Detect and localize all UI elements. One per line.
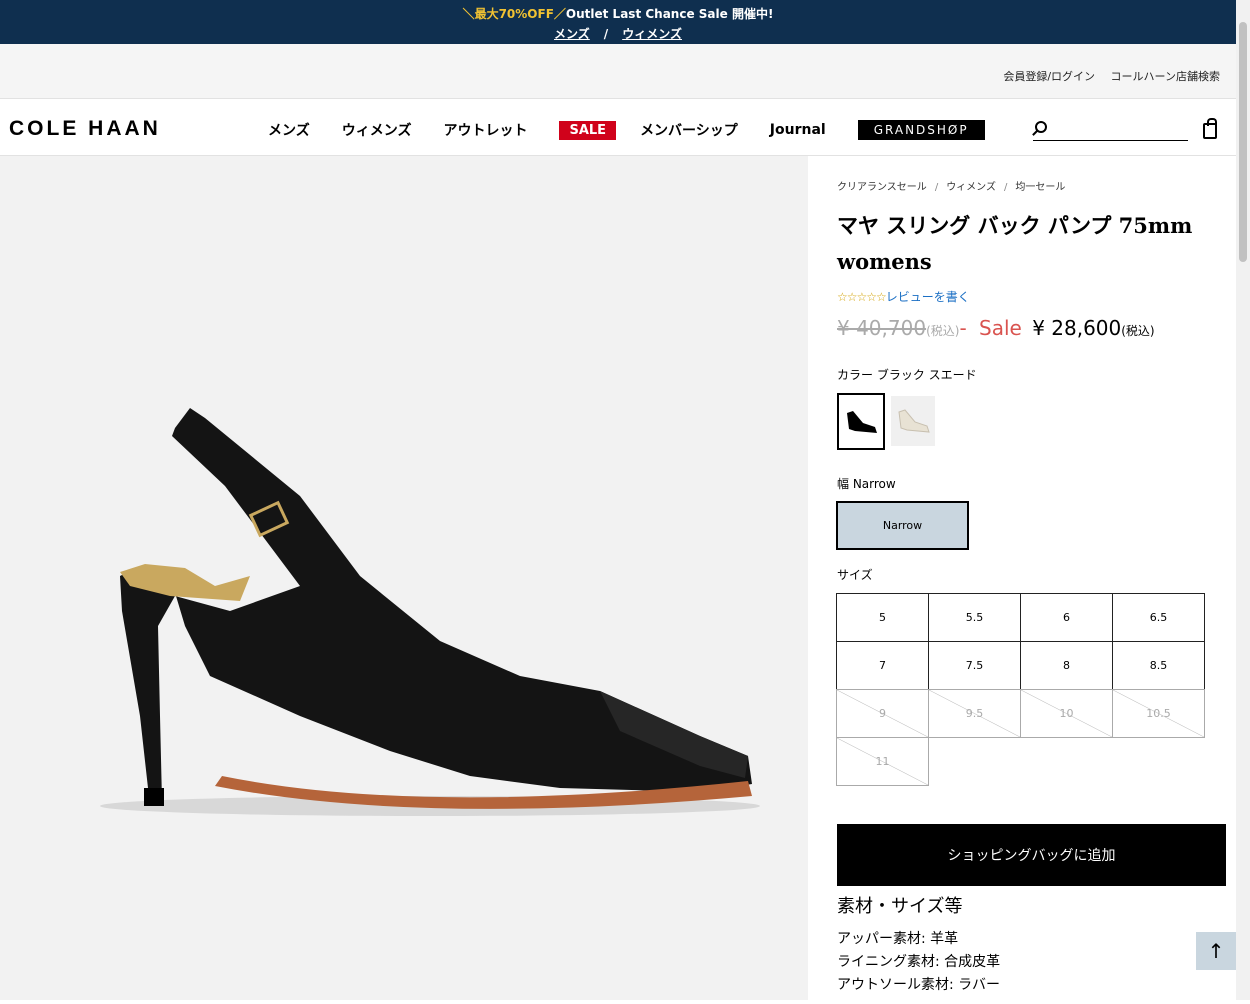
search-input[interactable] <box>1055 121 1185 139</box>
promo-link-womens[interactable]: ウィメンズ <box>622 27 682 41</box>
star-rating-icon: ☆☆☆☆☆ <box>837 290 887 304</box>
color-swatch-white[interactable] <box>891 396 935 446</box>
breadcrumb-womens[interactable]: ウィメンズ <box>946 182 996 193</box>
sale-label: Sale <box>979 316 1022 340</box>
promo-link-mens[interactable]: メンズ <box>554 27 590 41</box>
size-option: 9.5 <box>928 689 1021 738</box>
size-option[interactable]: 8.5 <box>1112 641 1205 690</box>
size-option[interactable]: 8 <box>1020 641 1113 690</box>
width-option-narrow[interactable]: Narrow <box>836 501 969 550</box>
original-tax-note: (税込) <box>926 324 960 338</box>
size-option[interactable]: 6 <box>1020 593 1113 642</box>
store-search-link[interactable]: コールハーン店舗検索 <box>1111 70 1220 83</box>
material-upper: アッパー素材: 羊革 <box>837 931 959 947</box>
nav-womens[interactable]: ウィメンズ <box>342 120 412 140</box>
material-list: アッパー素材: 羊革 ライニング素材: 合成皮革 アウトソール素材: ラバー <box>837 928 1000 997</box>
login-link[interactable]: 会員登録/ログイン <box>1003 70 1095 83</box>
color-swatch-black[interactable] <box>837 393 885 450</box>
main-nav: COLE HAAN メンズ ウィメンズ アウトレット SALE メンバーシップ … <box>0 99 1236 156</box>
logo[interactable]: COLE HAAN <box>9 117 161 141</box>
product-details: クリアランスセール / ウィメンズ / 均一セール マヤ スリング バック パンプ 75… <box>808 156 1236 1000</box>
product-image-area <box>0 156 808 1000</box>
promo-message: Outlet Last Chance Sale 開催中! <box>565 7 774 21</box>
nav-mens[interactable]: メンズ <box>268 120 310 140</box>
nav-outlet[interactable]: アウトレット <box>443 120 527 140</box>
size-option: 11 <box>836 737 929 786</box>
product-shoe-image <box>100 408 760 816</box>
nav-sale[interactable]: SALE <box>559 120 617 140</box>
size-option: 10 <box>1020 689 1113 738</box>
back-to-top-button[interactable]: ↑ <box>1196 932 1236 970</box>
original-price: ¥ 40,700 <box>837 316 927 340</box>
promo-text: ＼最大70%OFF／Outlet Last Chance Sale 開催中! <box>0 0 1236 22</box>
size-option[interactable]: 7.5 <box>928 641 1021 690</box>
promo-separator: / <box>603 27 609 41</box>
search-field <box>1033 121 1188 141</box>
color-label: カラー ブラック スエード <box>837 368 977 382</box>
nav-grandshop[interactable]: GRANDSHØP <box>857 120 985 140</box>
write-review-link[interactable]: レビューを書く <box>886 290 970 304</box>
size-option: 9 <box>836 689 929 738</box>
price-row: ¥ 40,700(税込)- Sale ¥ 28,600(税込) <box>837 316 1155 340</box>
rating-row: ☆☆☆☆☆レビューを書く <box>837 288 970 305</box>
breadcrumb: クリアランスセール / ウィメンズ / 均一セール <box>837 182 1066 193</box>
nav-membership[interactable]: メンバーシップ <box>640 120 738 140</box>
page-scrollbar[interactable] <box>1236 0 1250 1000</box>
nav-journal[interactable]: Journal <box>770 122 826 138</box>
width-label: 幅 Narrow <box>837 477 896 491</box>
material-lining: ライニング素材: 合成皮革 <box>837 954 1001 970</box>
size-option[interactable]: 6.5 <box>1112 593 1205 642</box>
utility-bar: 会員登録/ログイン コールハーン店舗検索 <box>0 44 1236 99</box>
scrollbar-thumb[interactable] <box>1239 22 1247 262</box>
price-dash: - <box>959 316 967 340</box>
size-label: サイズ <box>837 568 873 582</box>
breadcrumb-clearance[interactable]: クリアランスセール <box>837 182 927 193</box>
shopping-bag-icon[interactable] <box>1203 118 1217 139</box>
size-option[interactable]: 5.5 <box>928 593 1021 642</box>
promo-banner: ＼最大70%OFF／Outlet Last Chance Sale 開催中! メ… <box>0 0 1236 44</box>
breadcrumb-uniform-sale[interactable]: 均一セール <box>1015 182 1065 193</box>
size-option[interactable]: 7 <box>836 641 929 690</box>
sale-tax-note: (税込) <box>1121 324 1155 338</box>
product-title: マヤ スリング バック パンプ 75mm womens <box>837 213 1193 274</box>
sale-price: ¥ 28,600 <box>1032 316 1122 340</box>
material-heading: 素材・サイズ等 <box>837 896 963 917</box>
size-option: 10.5 <box>1112 689 1205 738</box>
size-option[interactable]: 5 <box>836 593 929 642</box>
promo-highlight: ＼最大70%OFF／ <box>462 7 566 21</box>
add-to-bag-button[interactable]: ショッピングバッグに追加 <box>837 824 1226 886</box>
search-icon[interactable] <box>1035 121 1047 133</box>
material-outsole: アウトソール素材: ラバー <box>837 977 1001 993</box>
